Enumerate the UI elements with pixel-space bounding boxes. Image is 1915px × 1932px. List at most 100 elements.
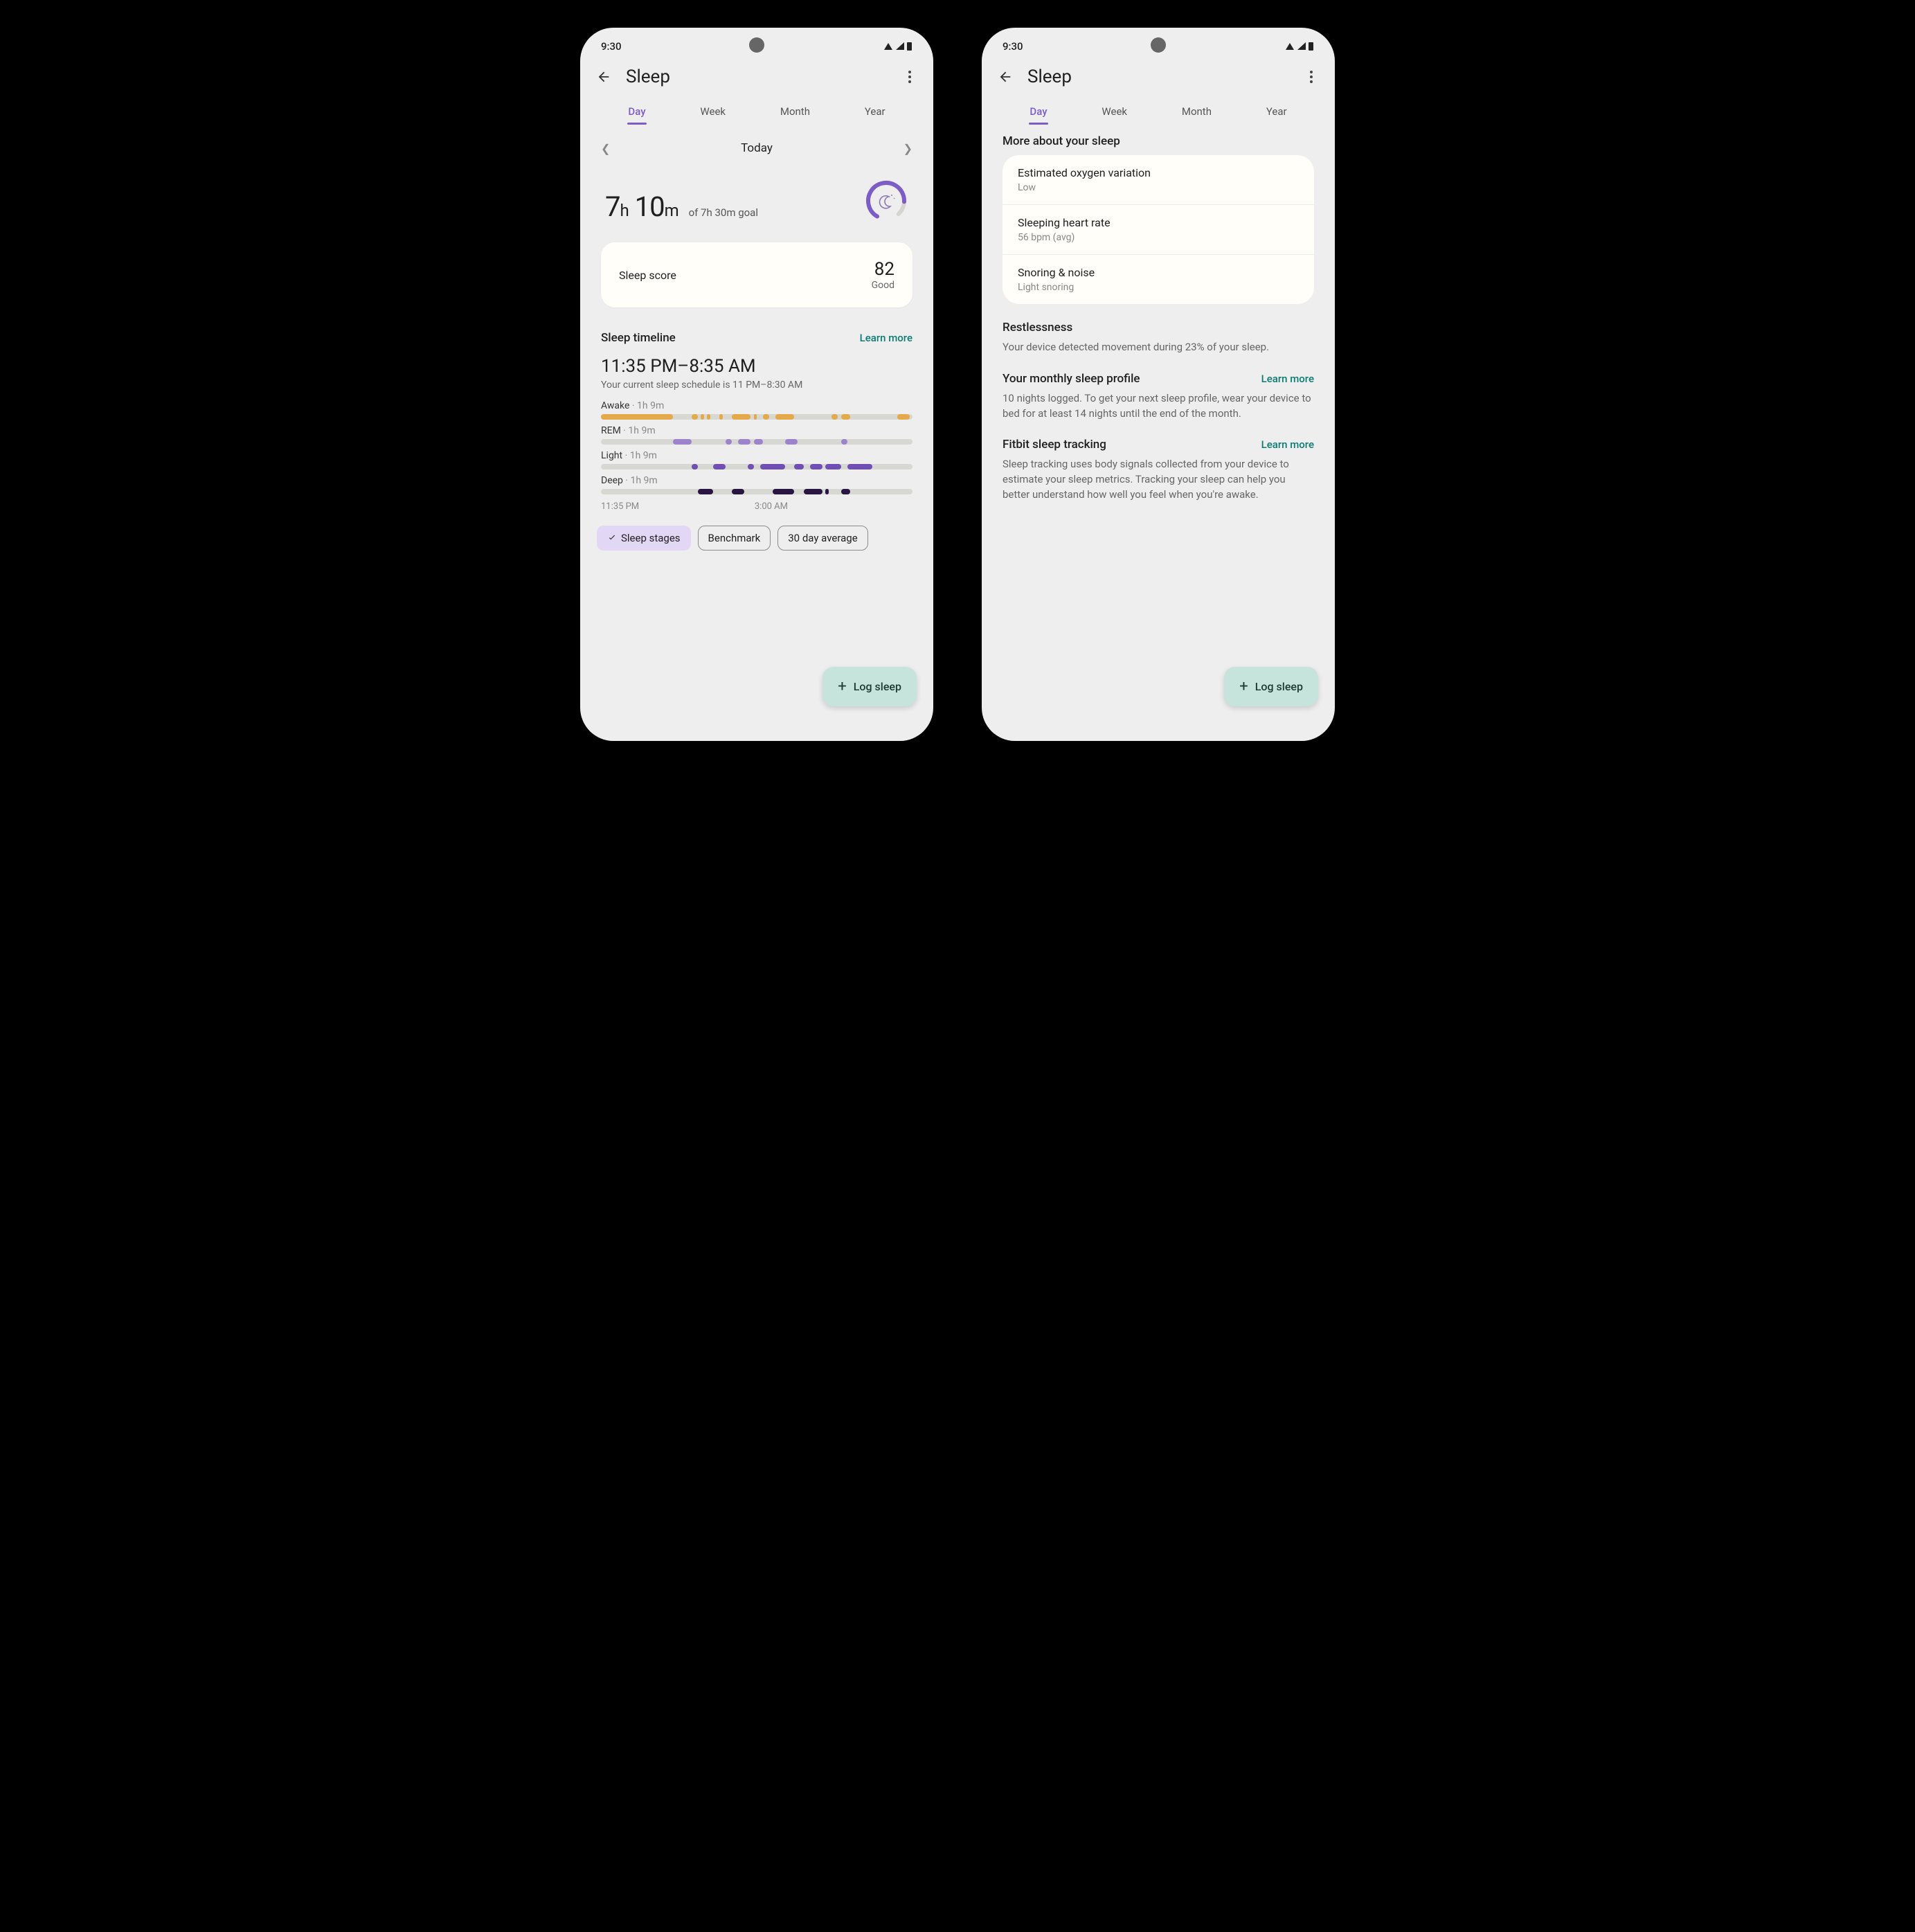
more-button[interactable] bbox=[900, 67, 919, 87]
signal-icon bbox=[895, 42, 905, 51]
stage-row-deep: Deep · 1h 9m bbox=[601, 475, 912, 494]
prev-day-button[interactable]: ❮ bbox=[601, 142, 610, 155]
check-icon bbox=[607, 533, 617, 543]
snoring-noise-item[interactable]: Snoring & noise Light snoring bbox=[1003, 255, 1314, 304]
sleep-stages-chart: Awake · 1h 9m REM · 1h 9m Light · 1h 9m Dee… bbox=[601, 400, 912, 494]
camera-hole bbox=[749, 37, 764, 53]
chip-label: Sleep stages bbox=[621, 532, 681, 544]
battery-icon bbox=[906, 42, 912, 51]
more-about-card: Estimated oxygen variation Low Sleeping … bbox=[1003, 155, 1314, 304]
mins-unit: m bbox=[665, 201, 678, 220]
tracking-title: Fitbit sleep tracking bbox=[1003, 438, 1106, 451]
day-nav: ❮ Today ❯ bbox=[580, 129, 933, 166]
tracking-learn-more-link[interactable]: Learn more bbox=[1261, 438, 1314, 451]
arrow-back-icon bbox=[596, 69, 611, 84]
main-content: 7h 10m of 7h 30m goal Sleep score 82 Go bbox=[580, 166, 933, 741]
hours-unit: h bbox=[620, 201, 628, 220]
mins-value: 10 bbox=[635, 190, 665, 223]
tab-month[interactable]: Month bbox=[1182, 101, 1212, 122]
timeline-xaxis: 11:35 PM 3:00 AM bbox=[601, 501, 912, 512]
hours-value: 7 bbox=[605, 190, 620, 223]
sleeping-heart-rate-item[interactable]: Sleeping heart rate 56 bpm (avg) bbox=[1003, 205, 1314, 255]
item-subtitle: 56 bpm (avg) bbox=[1018, 232, 1299, 243]
main-content: More about your sleep Estimated oxygen v… bbox=[982, 129, 1335, 741]
progress-ring bbox=[864, 179, 908, 223]
more-icon bbox=[1310, 71, 1313, 83]
chip-benchmark[interactable]: Benchmark bbox=[698, 526, 771, 551]
wifi-icon bbox=[883, 42, 894, 51]
stage-label: Light · 1h 9m bbox=[601, 450, 912, 461]
arrow-back-icon bbox=[998, 69, 1013, 84]
profile-learn-more-link[interactable]: Learn more bbox=[1261, 373, 1314, 385]
item-subtitle: Low bbox=[1018, 182, 1299, 193]
item-title: Estimated oxygen variation bbox=[1018, 166, 1299, 179]
status-time: 9:30 bbox=[601, 40, 622, 53]
log-sleep-fab[interactable]: + Log sleep bbox=[1224, 667, 1318, 706]
more-about-title: More about your sleep bbox=[1003, 134, 1314, 148]
tab-week[interactable]: Week bbox=[700, 101, 726, 122]
sleep-schedule-text: Your current sleep schedule is 11 PM–8:3… bbox=[601, 379, 912, 391]
restlessness-title: Restlessness bbox=[1003, 321, 1314, 334]
chart-view-chips: Sleep stages Benchmark 30 day average bbox=[597, 512, 917, 557]
xaxis-mid: 3:00 AM bbox=[755, 501, 788, 512]
item-title: Snoring & noise bbox=[1018, 266, 1299, 279]
profile-header: Your monthly sleep profile Learn more bbox=[1003, 372, 1314, 386]
fab-label: Log sleep bbox=[1255, 680, 1303, 693]
tab-year[interactable]: Year bbox=[1266, 101, 1287, 122]
phone-left: 9:30 Sleep Day Week Month Year ❮ Today ❯… bbox=[580, 28, 933, 741]
moon-ring-icon bbox=[864, 179, 908, 223]
stage-label: Awake · 1h 9m bbox=[601, 400, 912, 411]
item-title: Sleeping heart rate bbox=[1018, 216, 1299, 229]
battery-icon bbox=[1308, 42, 1314, 51]
chip-30day-avg[interactable]: 30 day average bbox=[777, 526, 867, 551]
time-range-tabs: Day Week Month Year bbox=[580, 101, 933, 129]
chip-sleep-stages[interactable]: Sleep stages bbox=[597, 526, 691, 551]
tab-day[interactable]: Day bbox=[1030, 101, 1047, 122]
app-bar: Sleep bbox=[982, 60, 1335, 101]
stage-track bbox=[601, 439, 912, 445]
status-icons bbox=[1284, 42, 1314, 51]
back-button[interactable] bbox=[996, 67, 1015, 87]
restlessness-body: Your device detected movement during 23%… bbox=[1003, 340, 1314, 355]
tracking-header: Fitbit sleep tracking Learn more bbox=[1003, 438, 1314, 451]
time-range-tabs: Day Week Month Year bbox=[982, 101, 1335, 129]
score-label: Sleep score bbox=[619, 269, 676, 282]
next-day-button[interactable]: ❯ bbox=[903, 142, 912, 155]
plus-icon: + bbox=[1239, 678, 1248, 695]
stage-row-awake: Awake · 1h 9m bbox=[601, 400, 912, 420]
page-title: Sleep bbox=[1027, 66, 1302, 87]
stage-track bbox=[601, 414, 912, 420]
timeline-learn-more-link[interactable]: Learn more bbox=[860, 332, 912, 344]
stage-track bbox=[601, 489, 912, 494]
item-subtitle: Light snoring bbox=[1018, 282, 1299, 293]
fab-label: Log sleep bbox=[854, 680, 901, 693]
tab-day[interactable]: Day bbox=[628, 101, 645, 122]
app-bar: Sleep bbox=[580, 60, 933, 101]
tab-week[interactable]: Week bbox=[1102, 101, 1127, 122]
sleep-score-card[interactable]: Sleep score 82 Good bbox=[601, 242, 912, 307]
timeline-header: Sleep timeline Learn more bbox=[601, 328, 912, 350]
goal-text: of 7h 30m goal bbox=[689, 206, 758, 219]
more-button[interactable] bbox=[1302, 67, 1321, 87]
total-sleep: 7h 10m of 7h 30m goal bbox=[605, 190, 758, 223]
stage-track bbox=[601, 464, 912, 469]
wifi-icon bbox=[1284, 42, 1295, 51]
phone-right: 9:30 Sleep Day Week Month Year More abou… bbox=[982, 28, 1335, 741]
sleep-time-range: 11:35 PM–8:35 AM bbox=[601, 356, 912, 377]
profile-title: Your monthly sleep profile bbox=[1003, 372, 1140, 386]
score-value: 82 bbox=[872, 259, 894, 280]
log-sleep-fab[interactable]: + Log sleep bbox=[822, 667, 917, 706]
page-title: Sleep bbox=[626, 66, 900, 87]
oxygen-variation-item[interactable]: Estimated oxygen variation Low bbox=[1003, 155, 1314, 205]
stage-row-rem: REM · 1h 9m bbox=[601, 425, 912, 445]
more-icon bbox=[908, 71, 911, 83]
timeline-title: Sleep timeline bbox=[601, 331, 676, 345]
status-icons bbox=[883, 42, 912, 51]
score-rating: Good bbox=[872, 280, 894, 291]
tracking-body: Sleep tracking uses body signals collect… bbox=[1003, 457, 1314, 502]
profile-body: 10 nights logged. To get your next sleep… bbox=[1003, 391, 1314, 422]
back-button[interactable] bbox=[594, 67, 613, 87]
sleep-summary: 7h 10m of 7h 30m goal bbox=[601, 166, 912, 242]
tab-year[interactable]: Year bbox=[865, 101, 885, 122]
tab-month[interactable]: Month bbox=[780, 101, 810, 122]
